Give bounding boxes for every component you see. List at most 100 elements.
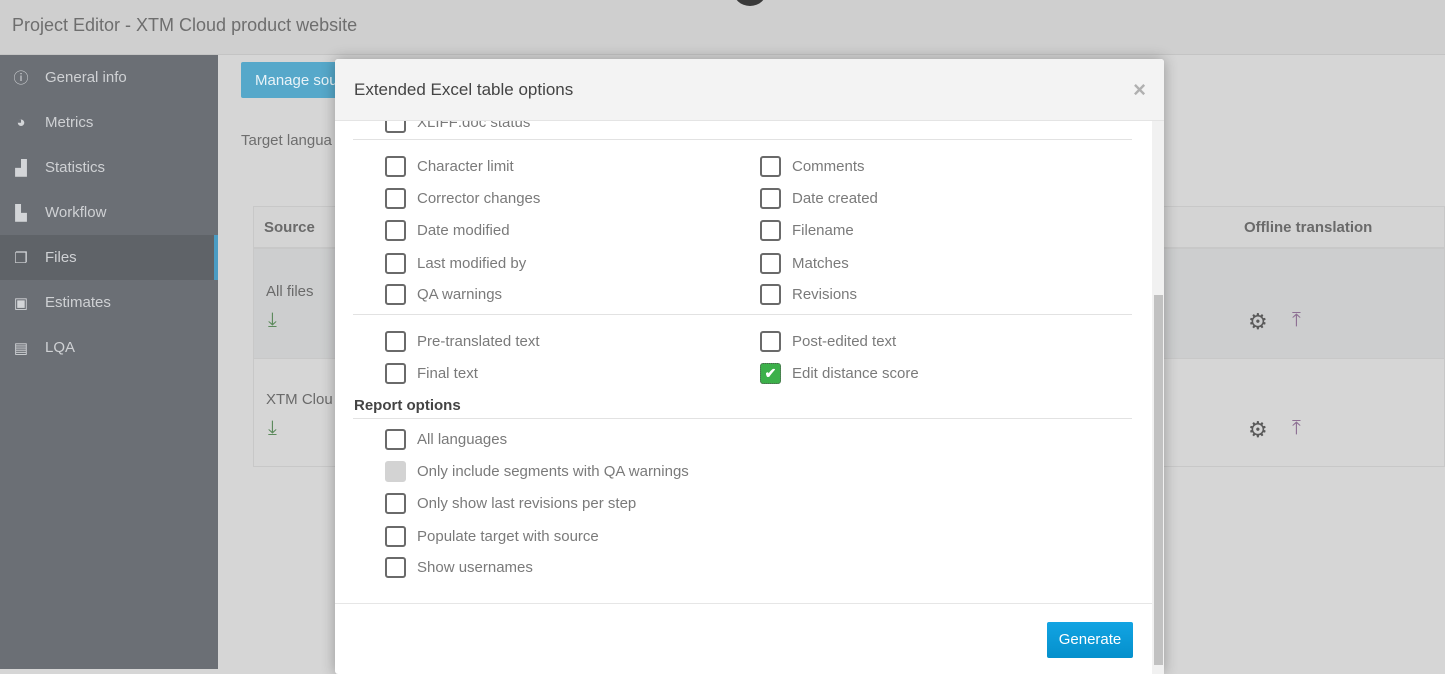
column-offline-translation: Offline translation	[1244, 219, 1373, 236]
checkbox-character-limit[interactable]: Character limit	[385, 156, 514, 177]
checkbox[interactable]	[385, 284, 406, 305]
sidebar-item-label: Workflow	[45, 204, 107, 221]
sidebar-item-metrics[interactable]: ◕ Metrics	[0, 100, 218, 145]
money-icon: ▣	[13, 294, 29, 312]
checkbox-edit-distance-score[interactable]: ✔ Edit distance score	[760, 363, 919, 384]
checkbox[interactable]	[385, 363, 406, 384]
checkbox-post-edited-text[interactable]: Post-edited text	[760, 331, 896, 352]
checkbox-label: Last modified by	[417, 255, 527, 272]
checkbox[interactable]	[760, 220, 781, 241]
divider	[353, 418, 1132, 419]
checkbox[interactable]: ✔	[760, 363, 781, 384]
bar-chart-icon: ▟	[15, 159, 27, 177]
row-name: XTM Clou	[266, 391, 333, 408]
checkbox-label: XLIFF:doc status	[417, 121, 531, 131]
sidebar-item-label: Statistics	[45, 159, 106, 176]
checkbox-label: Filename	[792, 222, 854, 239]
download-icon[interactable]: ⤓	[268, 309, 277, 332]
checkbox-label: Matches	[792, 255, 849, 272]
upload-icon[interactable]: ⤒	[1292, 417, 1301, 440]
checkbox[interactable]	[385, 557, 406, 578]
checkbox-label: Populate target with source	[417, 528, 599, 545]
checkbox-date-modified[interactable]: Date modified	[385, 220, 510, 241]
checkbox[interactable]	[385, 493, 406, 514]
page-title: Project Editor - XTM Cloud product websi…	[12, 15, 358, 35]
sidebar: ⓘ General info ◕ Metrics ▟ Statistics ▙ Work…	[0, 55, 218, 669]
gear-icon[interactable]: ⚙	[1248, 309, 1268, 335]
checkbox-label: Date modified	[417, 222, 510, 239]
checkbox-only-include-segments-with-qa-warnings[interactable]: Only include segments with QA warnings	[385, 461, 689, 482]
sidebar-item-files[interactable]: ❐ Files	[0, 235, 218, 280]
generate-button[interactable]: Generate	[1047, 622, 1133, 658]
checkbox-corrector-changes[interactable]: Corrector changes	[385, 188, 540, 209]
checkbox-label: Corrector changes	[417, 190, 541, 207]
sidebar-item-workflow[interactable]: ▙ Workflow	[0, 190, 218, 235]
checkbox-label: Post-edited text	[792, 333, 897, 350]
checkbox[interactable]	[385, 220, 406, 241]
target-languages-label: Target langua	[241, 132, 332, 149]
checkbox[interactable]	[385, 253, 406, 274]
scrollbar-thumb[interactable]	[1154, 295, 1163, 665]
checkbox-filename[interactable]: Filename	[760, 220, 854, 241]
dialog-scrollbar[interactable]	[1152, 121, 1164, 674]
workflow-icon: ▙	[15, 204, 27, 222]
files-icon: ❐	[14, 249, 28, 267]
sidebar-item-statistics[interactable]: ▟ Statistics	[0, 145, 218, 190]
column-source: Source	[264, 219, 315, 236]
sidebar-item-general-info[interactable]: ⓘ General info	[0, 55, 218, 100]
checkbox-label: Show usernames	[417, 559, 533, 576]
checkbox-final-text[interactable]: Final text	[385, 363, 478, 384]
checkbox[interactable]	[385, 188, 406, 209]
checkbox	[385, 461, 406, 482]
checkbox[interactable]	[385, 526, 406, 547]
sidebar-item-label: LQA	[45, 339, 76, 356]
checkbox[interactable]	[385, 156, 406, 177]
download-icon[interactable]: ⤓	[268, 417, 277, 440]
checkbox-qa-warnings[interactable]: QA warnings	[385, 284, 502, 305]
checkbox-only-show-last-revisions-per-step[interactable]: Only show last revisions per step	[385, 493, 636, 514]
checkbox-label: Pre-translated text	[417, 333, 540, 350]
checkbox-label: Character limit	[417, 158, 514, 175]
sidebar-item-label: Estimates	[45, 294, 111, 311]
upload-icon[interactable]: ⤒	[1292, 309, 1301, 332]
checkbox-label: Revisions	[792, 286, 858, 303]
checkbox[interactable]	[760, 156, 781, 177]
checkbox[interactable]	[760, 331, 781, 352]
checkbox-label: Final text	[417, 365, 478, 382]
pie-chart-icon: ◕	[16, 114, 26, 131]
checkbox[interactable]	[760, 253, 781, 274]
top-bar: Project Editor - XTM Cloud product websi…	[0, 0, 1445, 55]
checkbox-date-created[interactable]: Date created	[760, 188, 878, 209]
dialog-footer	[335, 603, 1152, 604]
extended-excel-options-dialog: Extended Excel table options × XLIFF:doc…	[335, 59, 1164, 674]
close-icon[interactable]: ×	[1133, 77, 1146, 103]
gear-icon[interactable]: ⚙	[1248, 417, 1268, 443]
avatar[interactable]	[733, 0, 767, 6]
checkbox-label: Only include segments with QA warnings	[417, 463, 689, 480]
checkbox-matches[interactable]: Matches	[760, 253, 849, 274]
checkbox-populate-target-with-source[interactable]: Populate target with source	[385, 526, 599, 547]
checkbox[interactable]	[760, 188, 781, 209]
checkbox-all-languages[interactable]: All languages	[385, 429, 507, 450]
checkbox-last-modified-by[interactable]: Last modified by	[385, 253, 526, 274]
checkbox-show-usernames[interactable]: Show usernames	[385, 557, 533, 578]
checkbox[interactable]	[385, 429, 406, 450]
checkbox[interactable]	[385, 331, 406, 352]
sidebar-item-lqa[interactable]: ▤ LQA	[0, 325, 218, 370]
report-options-heading: Report options	[354, 397, 461, 414]
checkbox-comments[interactable]: Comments	[760, 156, 865, 177]
checkbox-label: Comments	[792, 158, 865, 175]
checkbox-revisions[interactable]: Revisions	[760, 284, 857, 305]
checkbox[interactable]	[760, 284, 781, 305]
sidebar-item-label: General info	[45, 69, 127, 86]
checkbox-pre-translated-text[interactable]: Pre-translated text	[385, 331, 540, 352]
divider	[353, 139, 1132, 140]
dialog-header: Extended Excel table options ×	[335, 59, 1164, 121]
info-icon: ⓘ	[13, 70, 29, 87]
sidebar-item-estimates[interactable]: ▣ Estimates	[0, 280, 218, 325]
checkbox-label: Date created	[792, 190, 878, 207]
sidebar-item-label: Metrics	[45, 114, 94, 131]
checkbox[interactable]	[385, 121, 406, 133]
checkbox-xliff-doc-status[interactable]: XLIFF:doc status	[385, 121, 530, 133]
checkbox-label: Only show last revisions per step	[417, 495, 637, 512]
